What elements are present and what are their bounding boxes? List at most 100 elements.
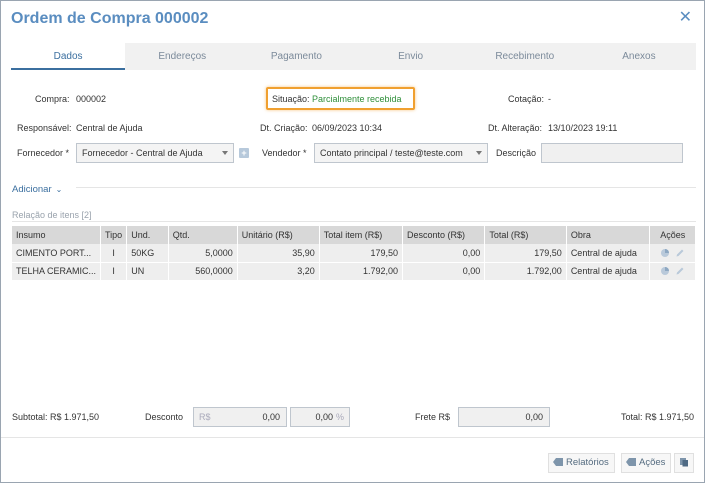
compra-label: Compra: xyxy=(35,94,70,104)
responsavel-label: Responsável: xyxy=(17,123,72,133)
cell-desconto: 0,00 xyxy=(402,262,486,281)
situacao-value: Parcialmente recebida xyxy=(312,94,402,104)
pie-chart-icon[interactable] xyxy=(660,266,670,276)
cell-total: 179,50 xyxy=(484,244,567,263)
criacao-label: Dt. Criação: xyxy=(260,123,308,133)
cell-qtd: 5,0000 xyxy=(168,244,238,263)
chevron-down-icon xyxy=(476,151,482,155)
desconto-value-input[interactable]: R$ 0,00 xyxy=(193,407,287,427)
cell-und: UN xyxy=(126,262,169,281)
cell-unitario: 35,90 xyxy=(237,244,320,263)
alteracao-label: Dt. Alteração: xyxy=(488,123,543,133)
relatorios-button[interactable]: Relatórios xyxy=(548,453,615,473)
frete-label: Frete R$ xyxy=(415,412,451,422)
cell-insumo: TELHA CERAMIC... xyxy=(12,262,102,281)
items-table: Insumo Tipo Und. Qtd. Unitário (R$) Tota… xyxy=(12,226,696,281)
col-obra[interactable]: Obra xyxy=(566,226,651,244)
fornecedor-select[interactable]: Fornecedor - Central de Ajuda xyxy=(76,143,234,163)
divider xyxy=(12,221,696,222)
acoes-label: Ações xyxy=(639,457,666,468)
divider xyxy=(76,187,696,188)
title-bar: Ordem de Compra 000002 ✕ xyxy=(1,1,704,37)
table-header-row: Insumo Tipo Und. Qtd. Unitário (R$) Tota… xyxy=(12,226,696,244)
pie-chart-icon[interactable] xyxy=(660,248,670,258)
frete-input[interactable]: 0,00 xyxy=(458,407,550,427)
cell-insumo: CIMENTO PORT... xyxy=(12,244,102,263)
vendedor-select[interactable]: Contato principal / teste@teste.com xyxy=(314,143,488,163)
tab-pagamento[interactable]: Pagamento xyxy=(239,43,353,70)
subtotal-text: Subtotal: R$ 1.971,50 xyxy=(12,412,100,422)
tab-enderecos[interactable]: Endereços xyxy=(125,43,239,70)
col-total[interactable]: Total (R$) xyxy=(484,226,567,244)
situacao-label: Situação: xyxy=(272,94,310,104)
total-text: Total: R$ 1.971,50 xyxy=(621,412,695,422)
close-icon[interactable]: ✕ xyxy=(679,10,692,26)
desconto-label: Desconto xyxy=(145,412,184,422)
alteracao-value: 13/10/2023 19:11 xyxy=(548,123,618,133)
tab-envio[interactable]: Envio xyxy=(354,43,468,70)
col-qtd[interactable]: Qtd. xyxy=(168,226,238,244)
cotacao-label: Cotação: xyxy=(508,94,545,104)
purchase-order-window: Ordem de Compra 000002 ✕ Dados Endereços… xyxy=(0,0,705,483)
window-title: Ordem de Compra 000002 xyxy=(11,10,209,27)
vendedor-select-value: Contato principal / teste@teste.com xyxy=(320,148,463,158)
compra-value: 000002 xyxy=(76,94,107,104)
copy-button[interactable] xyxy=(674,453,694,473)
col-tipo[interactable]: Tipo xyxy=(100,226,128,244)
adicionar-toggle[interactable]: Adicionar ⌄ xyxy=(12,184,62,195)
cell-total-item: 179,50 xyxy=(319,244,404,263)
cell-obra: Central de ajuda xyxy=(566,244,651,263)
table-row[interactable]: CIMENTO PORT... I 50KG 5,0000 35,90 179,… xyxy=(12,244,696,263)
cell-obra: Central de ajuda xyxy=(566,262,651,281)
adicionar-label: Adicionar xyxy=(12,184,52,195)
divider xyxy=(1,437,704,438)
add-fornecedor-icon[interactable]: + xyxy=(239,148,249,158)
tab-dados[interactable]: Dados xyxy=(11,43,126,70)
currency-prefix: R$ xyxy=(199,412,211,422)
descricao-label: Descrição xyxy=(496,148,537,158)
desconto-percent-input[interactable]: 0,00 % xyxy=(290,407,350,427)
cell-acoes xyxy=(649,244,696,263)
cotacao-value: - xyxy=(548,94,551,104)
cell-und: 50KG xyxy=(126,244,169,263)
table-row[interactable]: TELHA CERAMIC... I UN 560,0000 3,20 1.79… xyxy=(12,262,696,281)
criacao-value: 06/09/2023 10:34 xyxy=(312,123,383,133)
tag-icon xyxy=(553,458,563,467)
cell-tipo: I xyxy=(100,262,128,281)
tab-bar: Dados Endereços Pagamento Envio Recebime… xyxy=(11,43,696,70)
col-und[interactable]: Und. xyxy=(126,226,169,244)
items-section-title: Relação de itens [2] xyxy=(12,210,92,220)
tab-anexos[interactable]: Anexos xyxy=(582,43,696,70)
tag-icon xyxy=(626,458,636,467)
col-total-item[interactable]: Total item (R$) xyxy=(319,226,404,244)
desconto-percent-value: 0,00 xyxy=(315,412,333,422)
frete-value: 0,00 xyxy=(525,412,543,422)
col-insumo[interactable]: Insumo xyxy=(12,226,102,244)
cell-total-item: 1.792,00 xyxy=(319,262,404,281)
cell-unitario: 3,20 xyxy=(237,262,320,281)
cell-acoes xyxy=(649,262,696,281)
chevron-down-icon: ⌄ xyxy=(55,185,63,194)
col-unitario[interactable]: Unitário (R$) xyxy=(237,226,320,244)
relatorios-label: Relatórios xyxy=(566,457,609,468)
vendedor-label: Vendedor * xyxy=(262,148,307,158)
fornecedor-label: Fornecedor * xyxy=(17,148,70,158)
pencil-icon[interactable] xyxy=(675,266,685,276)
status-highlight: Situação: Parcialmente recebida xyxy=(266,87,415,110)
cell-desconto: 0,00 xyxy=(402,244,486,263)
acoes-button[interactable]: Ações xyxy=(621,453,672,473)
copy-icon xyxy=(680,458,688,467)
cell-total: 1.792,00 xyxy=(484,262,567,281)
desconto-value: 0,00 xyxy=(262,412,280,422)
col-acoes: Ações xyxy=(649,226,696,244)
col-desconto[interactable]: Desconto (R$) xyxy=(402,226,486,244)
descricao-input[interactable] xyxy=(541,143,683,163)
fornecedor-select-value: Fornecedor - Central de Ajuda xyxy=(82,148,203,158)
percent-suffix: % xyxy=(335,412,344,422)
responsavel-value: Central de Ajuda xyxy=(76,123,143,133)
pencil-icon[interactable] xyxy=(675,248,685,258)
cell-qtd: 560,0000 xyxy=(168,262,238,281)
cell-tipo: I xyxy=(100,244,128,263)
tab-recebimento[interactable]: Recebimento xyxy=(468,43,582,70)
chevron-down-icon xyxy=(222,151,228,155)
